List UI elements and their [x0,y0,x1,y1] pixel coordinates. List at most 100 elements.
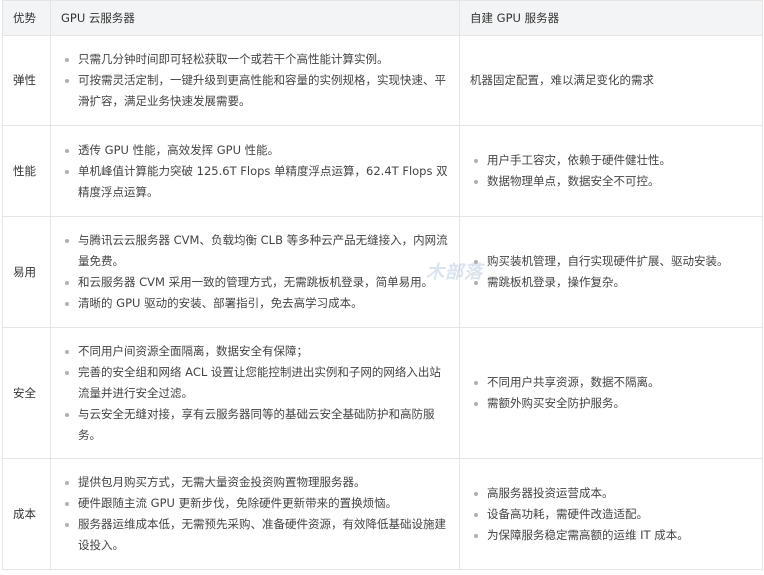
list-item: 与腾讯云云服务器 CVM、负载均衡 CLB 等多种云产品无缝接入，内网流量免费。 [61,230,451,272]
list-item: 完善的安全组和网络 ACL 设置让您能控制进出实例和子网的网络入出站流量并进行安… [61,362,451,404]
cloud-points: 不同用户间资源全面隔离，数据安全有保障； 完善的安全组和网络 ACL 设置让您能… [61,341,451,446]
bullet-icon [65,239,69,243]
cloud-cell: 只需几分钟时间即可轻松获取一个或若干个高性能计算实例。 可按需灵活定制，一键升级… [50,35,460,126]
point-text: 透传 GPU 性能，高效发挥 GPU 性能。 [78,142,280,157]
table-row-usability: 易用 与腾讯云云服务器 CVM、负载均衡 CLB 等多种云产品无缝接入，内网流量… [2,216,763,328]
bullet-icon [474,260,478,264]
point-text: 机器固定配置，难以满足变化的需求 [470,73,654,87]
category-cell: 成本 [2,458,51,570]
list-item: 可按需灵活定制，一键升级到更高性能和容量的实例规格，实现快速、平滑扩容，满足业务… [61,70,451,112]
bullet-icon [474,512,478,517]
list-item: 只需几分钟时间即可轻松获取一个或若干个高性能计算实例。 [61,49,451,70]
category-cell: 易用 [2,216,51,328]
list-item: 用户手工容灾，依赖于硬件健壮性。 [470,150,754,171]
table-row-cost: 成本 提供包月购买方式，无需大量资金投资购置物理服务器。 硬件跟随主流 GPU … [2,458,763,570]
point-text: 用户手工容灾，依赖于硬件健壮性。 [487,153,671,167]
list-item: 清晰的 GPU 驱动的安装、部署指引，免去高学习成本。 [61,293,451,314]
bullet-icon [65,349,69,354]
point-text: 与云安全无缝对接，享有云服务器同等的基础云安全基础防护和高防服务。 [78,406,435,442]
list-item: 数据物理单点，数据安全不可控。 [470,171,754,192]
list-item: 提供包月购买方式，无需大量资金投资购置物理服务器。 [61,472,451,493]
header-self-built: 自建 GPU 服务器 [459,0,763,36]
comparison-table: 优势 GPU 云服务器 自建 GPU 服务器 弹性 只需几分钟时间即可轻松获取一… [2,0,763,570]
list-item: 需额外购买安全防护服务。 [470,393,754,414]
list-item: 高服务器投资运营成本。 [470,483,754,504]
bullet-icon [65,79,69,83]
point-text: 不同用户共享资源，数据不隔离。 [487,375,660,389]
bullet-icon [474,281,478,285]
cloud-cell: 提供包月购买方式，无需大量资金投资购置物理服务器。 硬件跟随主流 GPU 更新步… [50,458,460,570]
bullet-icon [474,381,478,385]
table-row-performance: 性能 透传 GPU 性能，高效发挥 GPU 性能。 单机峰值计算能力突破 125… [2,125,763,217]
point-text: 不同用户间资源全面隔离，数据安全有保障； [78,343,308,358]
list-item: 和云服务器 CVM 采用一致的管理方式，无需跳板机登录，简单易用。 [61,272,451,293]
point-text: 可按需灵活定制，一键升级到更高性能和容量的实例规格，实现快速、平滑扩容，满足业务… [78,73,446,108]
self-built-cell: 不同用户共享资源，数据不隔离。 需额外购买安全防护服务。 [459,327,763,459]
list-item: 单机峰值计算能力突破 125.6T Flops 单精度浮点运算，62.4T Fl… [61,161,451,203]
point-text: 为保障服务稳定需高额的运维 IT 成本。 [487,527,689,542]
table-row-elasticity: 弹性 只需几分钟时间即可轻松获取一个或若干个高性能计算实例。 可按需灵活定制，一… [2,35,763,126]
list-item: 设备高功耗，需硬件改造适配。 [470,504,754,525]
list-item: 透传 GPU 性能，高效发挥 GPU 性能。 [61,140,451,161]
cloud-points: 只需几分钟时间即可轻松获取一个或若干个高性能计算实例。 可按需灵活定制，一键升级… [61,49,451,112]
point-text: 只需几分钟时间即可轻松获取一个或若干个高性能计算实例。 [78,52,389,66]
point-text: 和云服务器 CVM 采用一致的管理方式，无需跳板机登录，简单易用。 [78,275,434,289]
cloud-points: 提供包月购买方式，无需大量资金投资购置物理服务器。 硬件跟随主流 GPU 更新步… [61,472,451,556]
self-built-points: 不同用户共享资源，数据不隔离。 需额外购买安全防护服务。 [470,372,754,414]
bullet-icon [65,370,69,375]
bullet-icon [65,481,69,485]
bullet-icon [65,281,69,285]
point-text: 完善的安全组和网络 ACL 设置让您能控制进出实例和子网的网络入出站流量并进行安… [78,364,441,400]
bullet-icon [65,523,69,527]
cloud-cell: 与腾讯云云服务器 CVM、负载均衡 CLB 等多种云产品无缝接入，内网流量免费。… [50,216,460,328]
bullet-icon [65,169,69,174]
point-text: 硬件跟随主流 GPU 更新步伐，免除硬件更新带来的置换烦恼。 [78,496,398,510]
cloud-points: 透传 GPU 性能，高效发挥 GPU 性能。 单机峰值计算能力突破 125.6T… [61,140,451,203]
point-text: 服务器运维成本低，无需预先采购、准备硬件资源，有效降低基础设施建设投入。 [78,517,446,552]
point-text: 与腾讯云云服务器 CVM、负载均衡 CLB 等多种云产品无缝接入，内网流量免费。 [78,233,448,268]
point-text: 需额外购买安全防护服务。 [487,396,625,410]
point-text: 高服务器投资运营成本。 [487,485,614,500]
point-text: 设备高功耗，需硬件改造适配。 [487,506,648,521]
list-item: 购买装机管理，自行实现硬件扩展、驱动安装。 [470,251,754,272]
category-cell: 安全 [2,327,51,459]
list-item: 为保障服务稳定需高额的运维 IT 成本。 [470,525,754,546]
category-cell: 弹性 [2,35,51,126]
point-text: 提供包月购买方式，无需大量资金投资购置物理服务器。 [78,475,366,489]
bullet-icon [474,159,478,163]
point-text: 需跳板机登录，操作复杂。 [487,275,625,289]
self-built-points: 高服务器投资运营成本。 设备高功耗，需硬件改造适配。 为保障服务稳定需高额的运维… [470,483,754,546]
self-built-cell: 用户手工容灾，依赖于硬件健壮性。 数据物理单点，数据安全不可控。 [459,125,763,217]
cloud-cell: 透传 GPU 性能，高效发挥 GPU 性能。 单机峰值计算能力突破 125.6T… [50,125,460,217]
list-item: 硬件跟随主流 GPU 更新步伐，免除硬件更新带来的置换烦恼。 [61,493,451,514]
header-gpu-cloud: GPU 云服务器 [50,0,460,36]
self-built-cell: 高服务器投资运营成本。 设备高功耗，需硬件改造适配。 为保障服务稳定需高额的运维… [459,458,763,570]
self-built-cell: 机器固定配置，难以满足变化的需求 [459,35,763,126]
self-built-cell: 购买装机管理，自行实现硬件扩展、驱动安装。 需跳板机登录，操作复杂。 [459,216,763,328]
list-item: 不同用户共享资源，数据不隔离。 [470,372,754,393]
bullet-icon [65,148,69,153]
bullet-icon [65,412,69,417]
cloud-points: 与腾讯云云服务器 CVM、负载均衡 CLB 等多种云产品无缝接入，内网流量免费。… [61,230,451,314]
bullet-icon [65,502,69,506]
self-built-points: 购买装机管理，自行实现硬件扩展、驱动安装。 需跳板机登录，操作复杂。 [470,251,754,293]
list-item: 与云安全无缝对接，享有云服务器同等的基础云安全基础防护和高防服务。 [61,404,451,446]
bullet-icon [65,302,69,306]
list-item: 不同用户间资源全面隔离，数据安全有保障； [61,341,451,362]
header-advantage: 优势 [2,0,51,36]
point-text: 购买装机管理，自行实现硬件扩展、驱动安装。 [487,254,729,268]
bullet-icon [474,180,478,184]
bullet-icon [65,58,69,62]
list-item: 需跳板机登录，操作复杂。 [470,272,754,293]
point-text: 清晰的 GPU 驱动的安装、部署指引，免去高学习成本。 [78,296,363,310]
point-text: 单机峰值计算能力突破 125.6T Flops 单精度浮点运算，62.4T Fl… [78,163,448,199]
bullet-icon [474,491,478,496]
cloud-cell: 不同用户间资源全面隔离，数据安全有保障； 完善的安全组和网络 ACL 设置让您能… [50,327,460,459]
table-header-row: 优势 GPU 云服务器 自建 GPU 服务器 [2,0,763,36]
category-cell: 性能 [2,125,51,217]
point-text: 数据物理单点，数据安全不可控。 [487,174,660,188]
table-row-security: 安全 不同用户间资源全面隔离，数据安全有保障； 完善的安全组和网络 ACL 设置… [2,327,763,459]
self-built-points: 用户手工容灾，依赖于硬件健壮性。 数据物理单点，数据安全不可控。 [470,150,754,192]
bullet-icon [474,533,478,538]
bullet-icon [474,402,478,406]
